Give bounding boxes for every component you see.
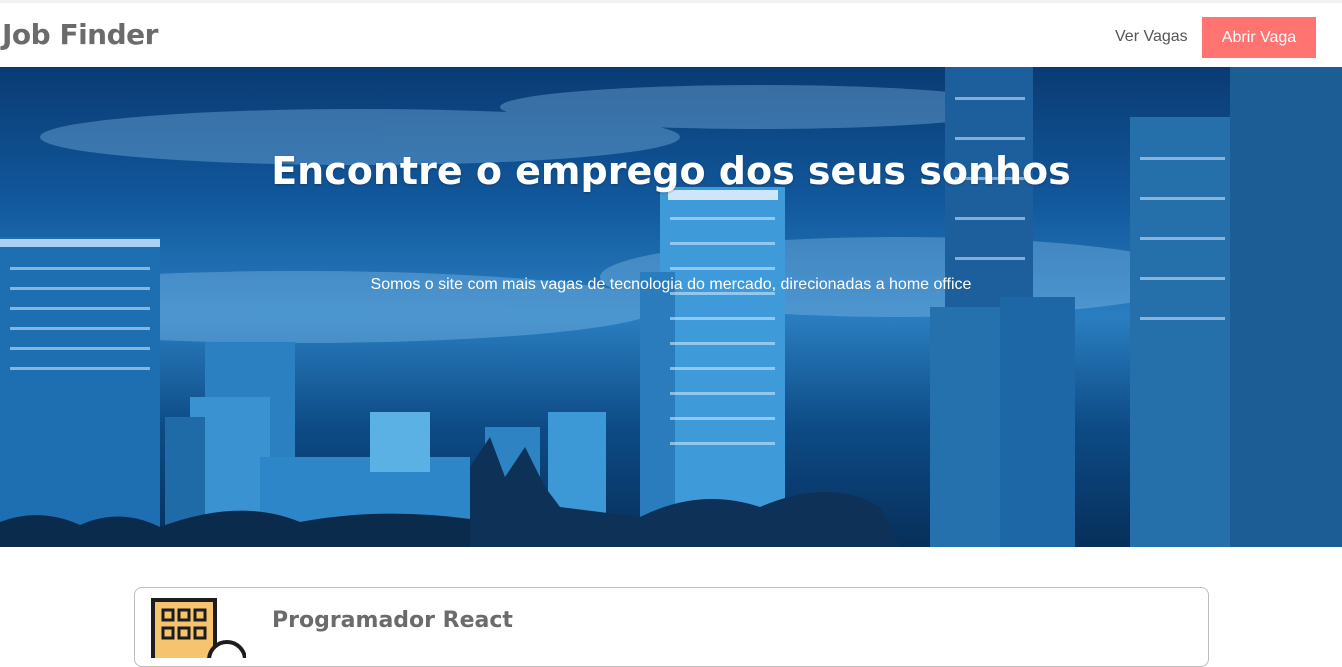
nav-link-ver-vagas[interactable]: Ver Vagas [1115, 28, 1188, 46]
hero-subtitle: Somos o site com mais vagas de tecnologi… [370, 276, 972, 293]
abrir-vaga-button[interactable]: Abrir Vaga [1202, 17, 1316, 58]
city-skyline-image [0, 67, 1342, 547]
hero-banner: Encontre o emprego dos seus sonhos Somos… [0, 67, 1342, 547]
building-icon [151, 598, 247, 667]
job-card[interactable]: Programador React [134, 587, 1209, 667]
job-title[interactable]: Programador React [272, 608, 513, 633]
hero-title: Encontre o emprego dos seus sonhos [271, 149, 1071, 193]
brand-logo[interactable]: Job Finder [2, 18, 158, 51]
navbar: Job Finder Ver Vagas Abrir Vaga [0, 0, 1342, 67]
